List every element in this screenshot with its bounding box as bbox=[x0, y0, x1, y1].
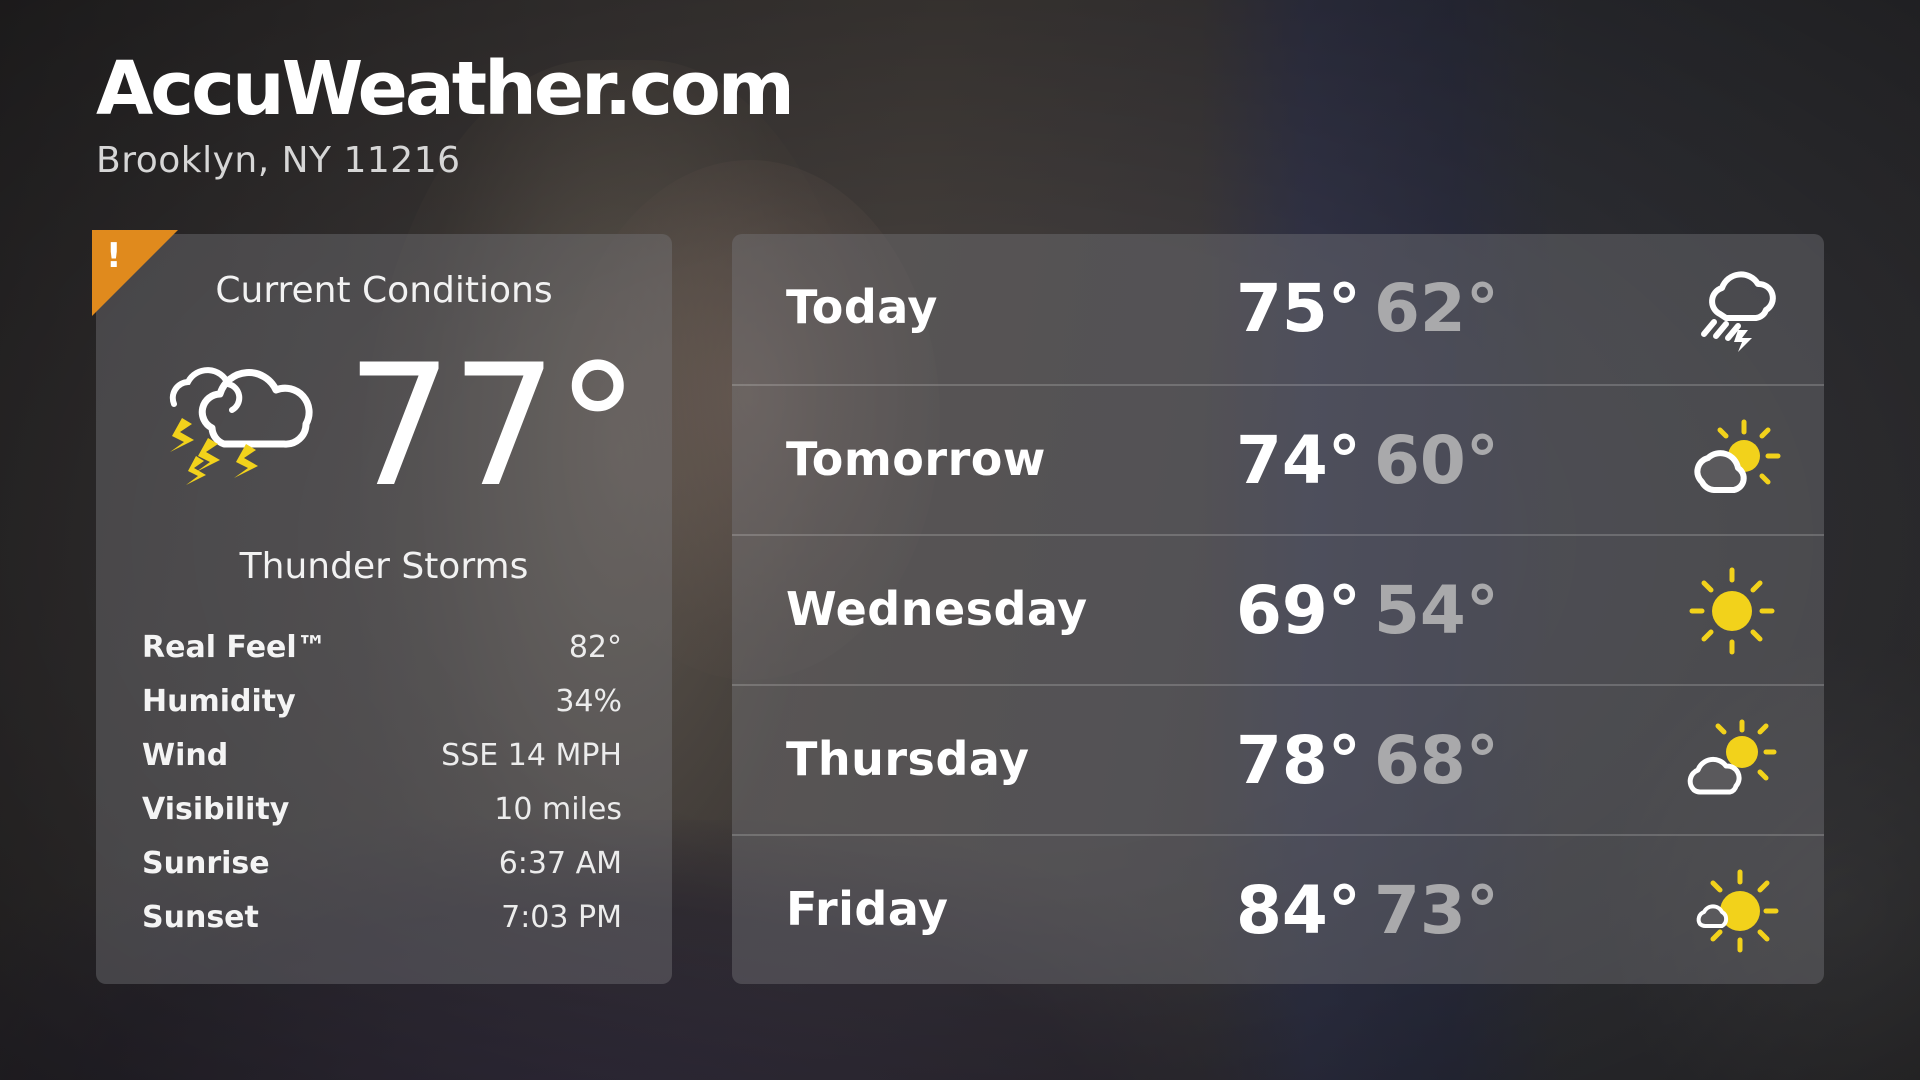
mostly-sunny-icon bbox=[1696, 869, 1779, 953]
detail-label: Real Feel™ bbox=[142, 630, 327, 665]
forecast-low: 54° bbox=[1374, 572, 1499, 649]
detail-value: SSE 14 MPH bbox=[441, 738, 622, 773]
detail-row-sunrise: Sunrise 6:37 AM bbox=[142, 846, 622, 900]
current-conditions-title: Current Conditions bbox=[215, 270, 553, 311]
mostly-cloudy-sun-icon bbox=[1687, 719, 1777, 795]
detail-label: Wind bbox=[142, 738, 229, 773]
forecast-high: 74° bbox=[1236, 422, 1361, 499]
location-label: Brooklyn, NY 11216 bbox=[96, 140, 461, 181]
detail-label: Sunset bbox=[142, 900, 259, 935]
forecast-high: 69° bbox=[1236, 572, 1361, 649]
detail-row-sunset: Sunset 7:03 PM bbox=[142, 900, 622, 954]
current-condition-text: Thunder Storms bbox=[239, 546, 529, 587]
partly-sunny-icon bbox=[1694, 419, 1781, 493]
forecast-row[interactable]: Friday 84° 73° bbox=[732, 834, 1824, 984]
forecast-row[interactable]: Today 75° 62° bbox=[732, 234, 1824, 384]
current-temperature: 77° bbox=[346, 328, 640, 524]
current-conditions-panel[interactable]: ! Current Conditions 77° Thunder Storms … bbox=[92, 230, 672, 984]
detail-row-wind: Wind SSE 14 MPH bbox=[142, 738, 622, 792]
forecast-high: 84° bbox=[1236, 872, 1361, 949]
current-details-list: Real Feel™ 82° Humidity 34% Wind SSE 14 … bbox=[142, 630, 622, 954]
forecast-low: 62° bbox=[1374, 270, 1499, 347]
forecast-panel: Today 75° 62° Tomorrow 74° 60° Wednesday… bbox=[732, 234, 1824, 984]
forecast-row[interactable]: Tomorrow 74° 60° bbox=[732, 384, 1824, 534]
detail-row-visibility: Visibility 10 miles bbox=[142, 792, 622, 846]
thunderstorm-icon bbox=[169, 367, 313, 485]
rain-cloud-icon bbox=[1701, 271, 1776, 352]
detail-label: Sunrise bbox=[142, 846, 270, 881]
detail-value: 34% bbox=[555, 684, 622, 719]
forecast-row[interactable]: Wednesday 69° 54° bbox=[732, 534, 1824, 684]
forecast-low: 73° bbox=[1374, 872, 1499, 949]
forecast-day: Thursday bbox=[786, 732, 1030, 786]
forecast-day: Wednesday bbox=[786, 582, 1088, 636]
header: AccuWeather.com Brooklyn, NY 11216 bbox=[96, 46, 795, 181]
detail-label: Humidity bbox=[142, 684, 296, 719]
forecast-high: 78° bbox=[1236, 722, 1361, 799]
forecast-low: 68° bbox=[1374, 722, 1499, 799]
detail-row-humidity: Humidity 34% bbox=[142, 684, 622, 738]
forecast-day: Friday bbox=[786, 882, 949, 936]
detail-value: 6:37 AM bbox=[498, 846, 622, 881]
forecast-high: 75° bbox=[1236, 270, 1361, 347]
sun-icon bbox=[1689, 567, 1775, 655]
detail-row-real-feel: Real Feel™ 82° bbox=[142, 630, 622, 684]
detail-value: 10 miles bbox=[494, 792, 622, 827]
brand-logo: AccuWeather.com bbox=[96, 46, 795, 132]
detail-value: 7:03 PM bbox=[501, 900, 622, 935]
forecast-day: Today bbox=[786, 280, 938, 334]
detail-label: Visibility bbox=[142, 792, 290, 827]
forecast-row[interactable]: Thursday 78° 68° bbox=[732, 684, 1824, 834]
detail-value: 82° bbox=[568, 630, 622, 665]
forecast-day: Tomorrow bbox=[786, 432, 1046, 486]
forecast-low: 60° bbox=[1374, 422, 1499, 499]
